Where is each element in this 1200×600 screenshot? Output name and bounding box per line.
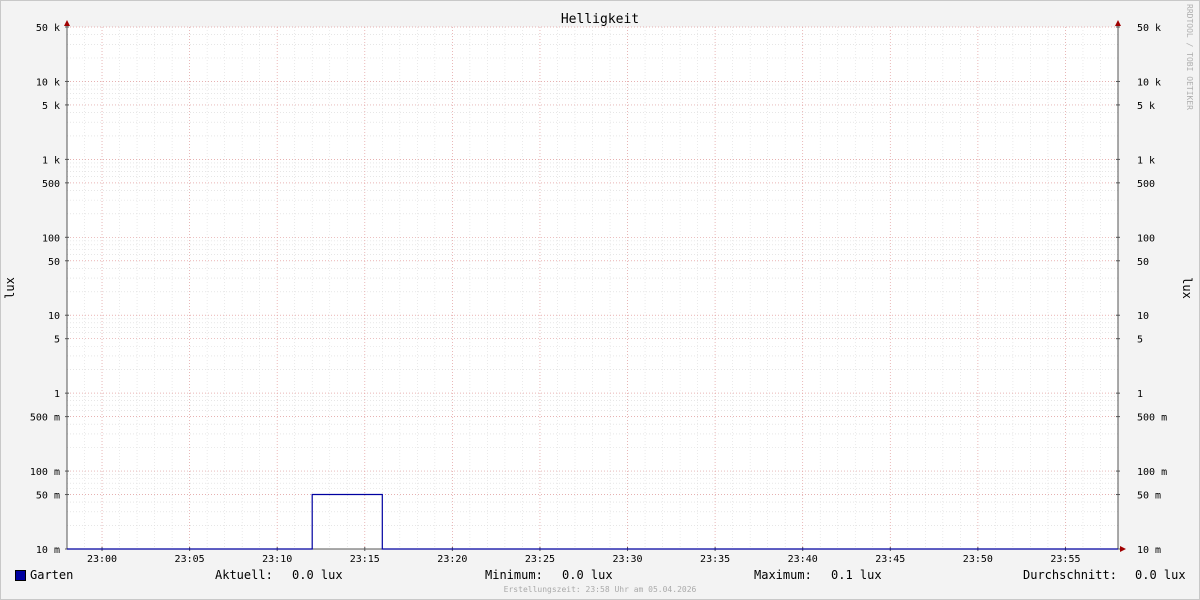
y-tick-label-right: 10 m <box>1137 545 1161 556</box>
y-tick-label-left: 500 m <box>30 413 60 424</box>
legend-durchschnitt-value: 0.0 lux <box>1135 568 1186 582</box>
y-tick-label-right: 50 m <box>1137 491 1161 502</box>
y-tick-label-right: 10 <box>1137 311 1149 322</box>
x-tick-label: 23:30 <box>612 554 642 565</box>
y-tick-label-right: 5 <box>1137 335 1143 346</box>
legend-aktuell-label: Aktuell: <box>215 568 273 582</box>
y-tick-label-right: 50 k <box>1137 23 1161 34</box>
legend-minimum-value: 0.0 lux <box>562 568 613 582</box>
y-tick-label-left: 100 <box>42 233 60 244</box>
legend-aktuell-value: 0.0 lux <box>292 568 343 582</box>
legend-maximum-value: 0.1 lux <box>831 568 882 582</box>
y-tick-label-left: 10 k <box>36 77 60 88</box>
x-tick-label: 23:15 <box>350 554 380 565</box>
y-tick-label-right: 1 <box>1137 389 1143 400</box>
x-tick-label: 23:00 <box>87 554 117 565</box>
y-tick-label-left: 500 <box>42 179 60 190</box>
legend-series-name: Garten <box>30 568 74 582</box>
x-tick-label: 23:50 <box>963 554 993 565</box>
y-axis-label-right: lux <box>1180 277 1194 299</box>
x-tick-label: 23:40 <box>788 554 818 565</box>
y-axis-arrow-right <box>1115 20 1121 26</box>
y-tick-label-left: 10 m <box>36 545 60 556</box>
y-tick-label-left: 1 k <box>42 155 60 166</box>
y-tick-label-left: 5 k <box>42 101 60 112</box>
legend-minimum-label: Minimum: <box>485 568 543 582</box>
x-tick-label: 23:55 <box>1050 554 1080 565</box>
y-tick-label-left: 50 <box>48 257 60 268</box>
y-tick-label-right: 50 <box>1137 257 1149 268</box>
chart-svg: 50 k 50 k 10 k 10 k 5 k 5 k 1 k 1 k 500 500 100 100… <box>3 12 1194 565</box>
chart-title: Helligkeit <box>561 12 639 27</box>
y-tick-label-left: 10 <box>48 311 60 322</box>
x-axis-arrow <box>1120 546 1126 552</box>
y-tick-label-left: 50 k <box>36 23 60 34</box>
y-axis-arrow-left <box>64 20 70 26</box>
y-axis-label-left: lux <box>3 277 17 299</box>
legend-durchschnitt-label: Durchschnitt: <box>1023 568 1117 582</box>
y-tick-label-right: 500 m <box>1137 413 1167 424</box>
y-tick-label-right: 1 k <box>1137 155 1155 166</box>
footer-timestamp: Erstellungszeit: 23:58 Uhr am 05.04.2026 <box>503 585 697 594</box>
y-tick-label-right: 10 k <box>1137 77 1161 88</box>
y-tick-label-left: 50 m <box>36 491 60 502</box>
y-tick-label-right: 100 m <box>1137 467 1167 478</box>
x-tick-label: 23:05 <box>175 554 205 565</box>
x-tick-label: 23:25 <box>525 554 555 565</box>
x-tick-label: 23:20 <box>437 554 467 565</box>
legend-swatch-garten <box>15 570 26 581</box>
y-tick-label-left: 5 <box>54 335 60 346</box>
y-tick-label-left: 100 m <box>30 467 60 478</box>
y-tick-label-right: 5 k <box>1137 101 1155 112</box>
y-tick-label-right: 500 <box>1137 179 1155 190</box>
y-tick-label-left: 1 <box>54 389 60 400</box>
x-tick-label: 23:45 <box>875 554 905 565</box>
x-tick-label: 23:35 <box>700 554 730 565</box>
watermark: RRDTOOL / TOBI OETIKER <box>1185 4 1194 110</box>
x-tick-label: 23:10 <box>262 554 292 565</box>
y-tick-label-right: 100 <box>1137 233 1155 244</box>
legend-maximum-label: Maximum: <box>754 568 812 582</box>
